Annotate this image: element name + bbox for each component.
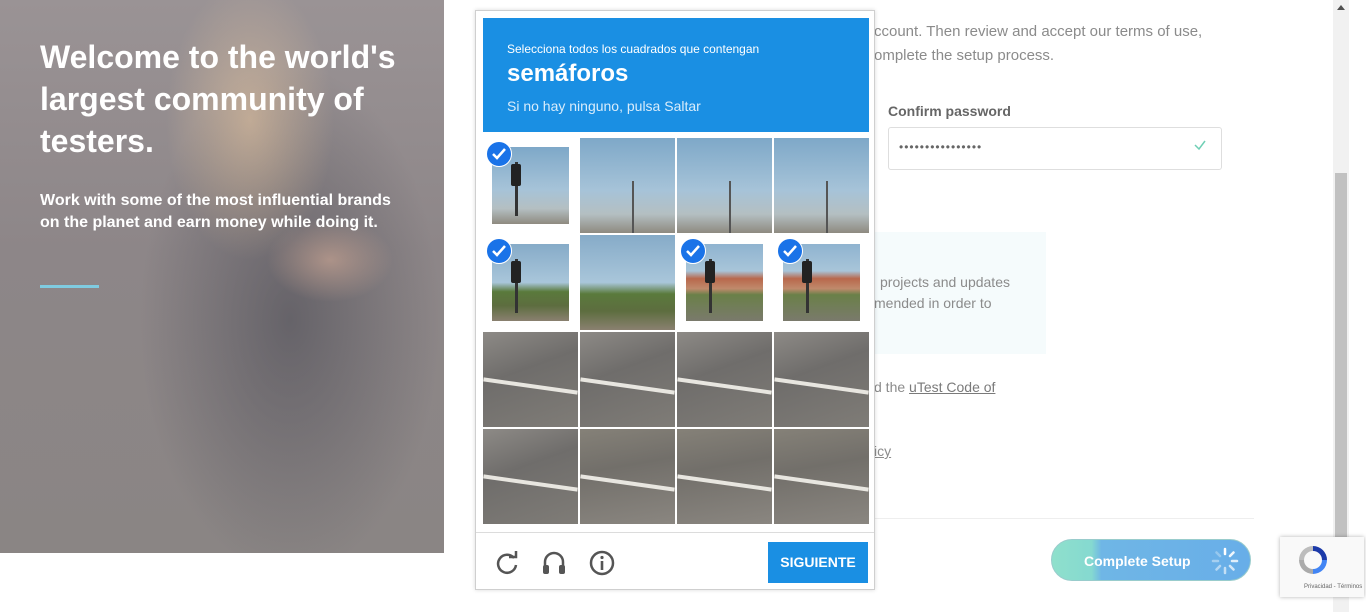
intro-text: ccount. Then review and accept our terms… [874,20,1244,68]
selected-check-icon [680,238,706,264]
code-of-conduct-link[interactable]: uTest Code of [909,379,995,395]
captcha-header: Selecciona todos los cuadrados que conte… [483,18,869,132]
valid-check-icon [1194,140,1206,151]
scroll-up-arrow-icon[interactable] [1337,5,1345,10]
recaptcha-privacy-terms[interactable]: Privacidad - Términos [1304,584,1362,590]
complete-setup-label: Complete Setup [1084,553,1191,569]
captcha-challenge-dialog: Selecciona todos los cuadrados que conte… [475,10,875,590]
captcha-tile[interactable] [677,332,772,427]
captcha-tile[interactable] [483,235,578,330]
captcha-tile[interactable] [580,138,675,233]
selected-check-icon [486,238,512,264]
captcha-tile-image [580,429,675,524]
confirm-password-field[interactable]: •••••••••••••••• [888,127,1222,170]
hero-subtitle: Work with some of the most influential b… [40,192,391,231]
hero-panel: Welcome to the world's largest community… [0,0,444,553]
page-scrollbar[interactable] [1333,0,1349,612]
privacy-policy-link[interactable]: icy [874,443,891,459]
captcha-tile[interactable] [483,429,578,524]
captcha-tile[interactable] [774,332,869,427]
captcha-tile[interactable] [580,429,675,524]
captcha-tile-image [580,235,675,330]
captcha-instruction: Selecciona todos los cuadrados que conte… [507,42,760,56]
captcha-tile-image [677,138,772,233]
captcha-tile[interactable] [774,429,869,524]
info-line-2: mended in order to [874,295,992,311]
captcha-tile-image [774,332,869,427]
confirm-password-label: Confirm password [888,103,1011,119]
recaptcha-badge[interactable]: Privacidad - Términos [1280,537,1364,597]
intro-line-2: omplete the setup process. [874,47,1055,64]
hero-accent-line [40,285,99,288]
traffic-light-icon [511,260,522,283]
code-of-conduct-line: d the uTest Code of [874,379,995,395]
intro-line-1: ccount. Then review and accept our terms… [874,23,1203,40]
captcha-tile-image [580,138,675,233]
captcha-target: semáforos [507,60,629,87]
info-line-1: projects and updates [880,274,1010,290]
road-marking [774,474,869,492]
captcha-tile[interactable] [677,429,772,524]
streetlight-pole [826,180,829,233]
streetlight-pole [632,180,635,233]
next-button[interactable]: SIGUIENTE [768,542,868,583]
form-divider [874,518,1254,519]
captcha-tile[interactable] [677,138,772,233]
captcha-tile[interactable] [580,332,675,427]
road-marking [677,377,772,395]
road-marking [483,474,578,492]
scrollbar-thumb[interactable] [1335,173,1347,553]
streetlight-pole [729,180,732,233]
recaptcha-logo-icon [1299,546,1327,574]
road-marking [677,474,772,492]
code-prefix: d the [874,379,906,395]
captcha-image-grid [483,138,871,526]
captcha-tile-image [774,429,869,524]
hero-title: Welcome to the world's largest community… [40,39,396,159]
confirm-password-value: •••••••••••••••• [899,140,983,154]
captcha-tile[interactable] [677,235,772,330]
complete-setup-button[interactable]: Complete Setup [1051,539,1251,581]
captcha-hint: Si no hay ninguno, pulsa Saltar [507,98,701,114]
captcha-tile-image [677,332,772,427]
captcha-tile[interactable] [483,332,578,427]
road-marking [774,377,869,395]
traffic-light-icon [511,163,522,186]
audio-icon[interactable] [540,549,568,577]
captcha-tile[interactable] [483,138,578,233]
road-marking [580,377,675,395]
captcha-tile[interactable] [774,235,869,330]
selected-check-icon [777,238,803,264]
info-icon[interactable] [588,549,616,577]
reload-icon[interactable] [493,549,521,577]
selected-check-icon [486,141,512,167]
captcha-tile-image [483,429,578,524]
captcha-tile-image [483,332,578,427]
captcha-tile-image [580,332,675,427]
captcha-tile-image [774,138,869,233]
captcha-footer-divider [476,532,874,533]
captcha-tile[interactable] [774,138,869,233]
loading-spinner-icon [1211,547,1239,575]
road-marking [580,474,675,492]
road-marking [483,377,578,395]
info-box: projects and updates mended in order to [874,232,1046,354]
traffic-light-icon [705,260,716,283]
traffic-light-icon [802,260,813,283]
captcha-tile-image [677,429,772,524]
captcha-tile[interactable] [580,235,675,330]
